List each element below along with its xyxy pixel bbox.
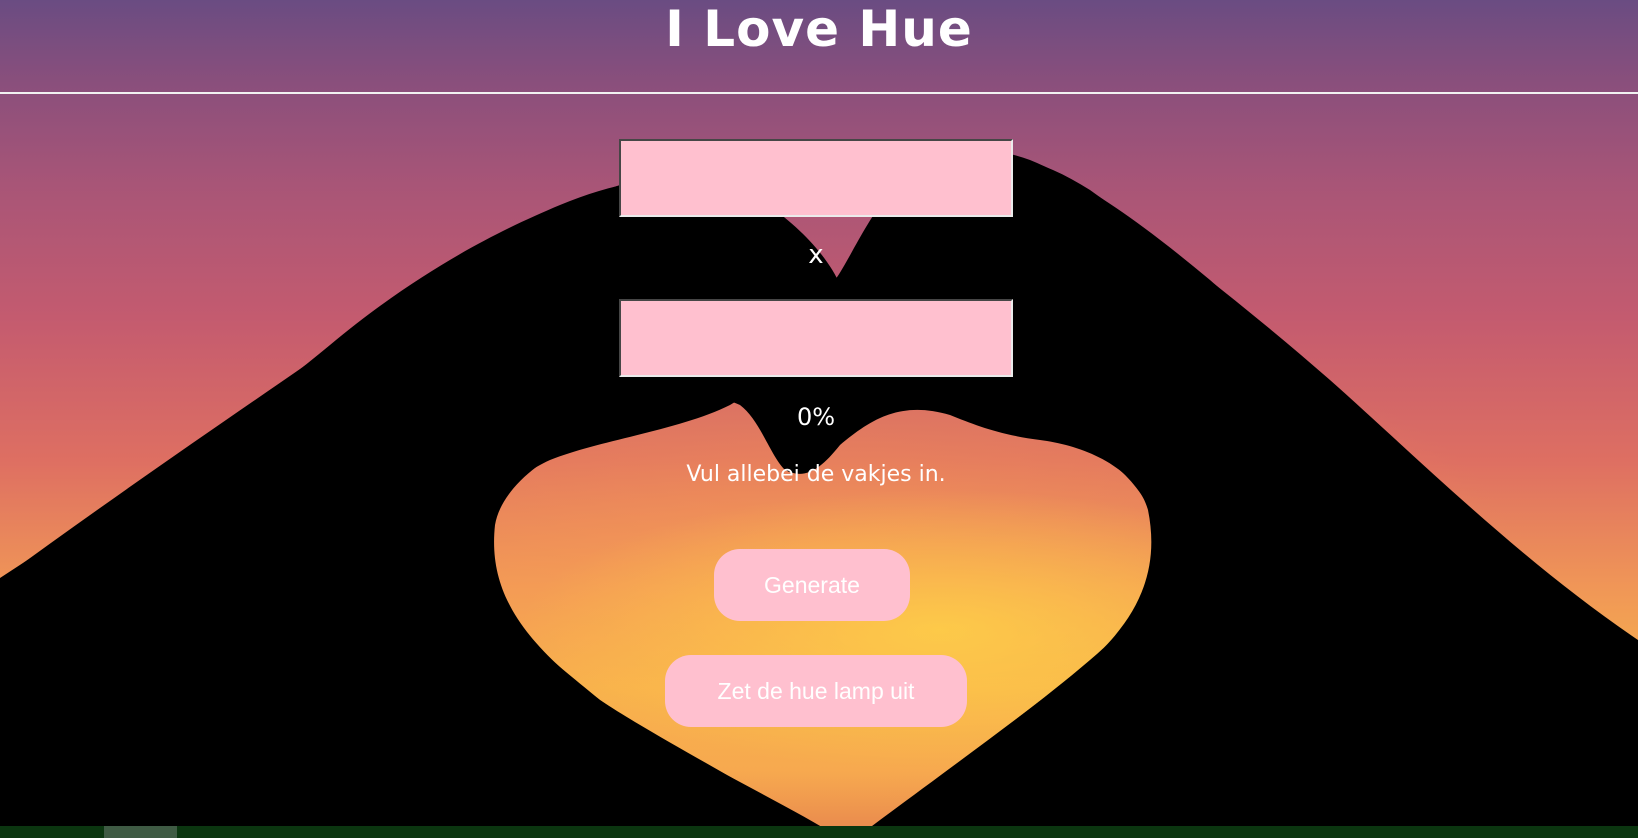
generate-button[interactable]: Generate xyxy=(714,549,910,621)
page-header: I Love Hue xyxy=(0,0,1638,94)
lamp-off-button[interactable]: Zet de hue lamp uit xyxy=(665,655,967,727)
page-title: I Love Hue xyxy=(665,0,973,58)
second-name-input[interactable] xyxy=(619,299,1013,377)
first-name-input[interactable] xyxy=(619,139,1013,217)
love-percentage: 0% xyxy=(796,403,836,431)
status-message: Vul allebei de vakjes in. xyxy=(686,462,946,487)
multiply-separator: x xyxy=(808,240,824,270)
horizontal-scrollbar[interactable] xyxy=(0,826,1638,838)
scrollbar-thumb[interactable] xyxy=(104,826,177,838)
